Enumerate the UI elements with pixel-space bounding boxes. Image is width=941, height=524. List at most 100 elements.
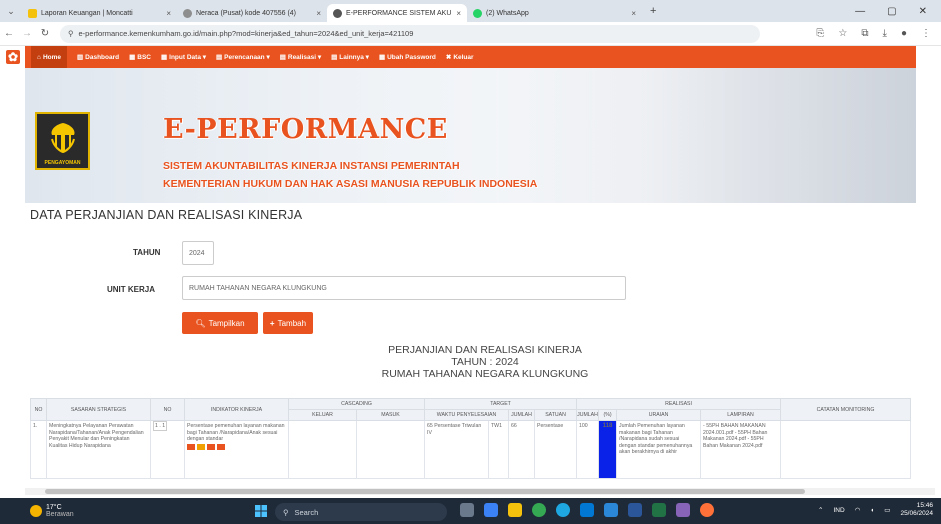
table-row: 1. Meningkatnya Pelayanan Perawatan Nara… [30,420,912,479]
clock-time: 15:46 [916,502,933,509]
taskbar-search[interactable]: ⚲ Search [275,503,447,521]
system-tray: ⌃ IND ◠ ◖ ▭ 15:46 25/06/2024 [818,502,933,518]
menu-item-perencanaan[interactable]: ▤ Perencanaan ▾ [216,53,270,61]
language-indicator[interactable]: IND [833,507,844,514]
menu-item-home[interactable]: ⌂ Home [31,46,67,68]
kinerja-table: NO SASARAN STRATEGIS NO INDIKATOR KINERJ… [30,398,912,479]
search-icon: 🔍︎ [195,318,206,328]
add-icon[interactable] [187,443,195,450]
word-icon[interactable] [628,503,642,517]
menu-item-keluar[interactable]: ✖ Keluar [445,53,474,62]
back-icon[interactable]: ← [0,28,18,39]
menu-item-ubah-password[interactable]: ▦ Ubah Password [379,53,436,62]
chart-icon[interactable] [217,443,225,450]
cell-sasaran: Meningkatnya Pelayanan Perawatan Narapid… [46,420,151,479]
restore-icon[interactable]: ▢ [887,6,896,17]
horizontal-scrollbar[interactable] [25,488,935,495]
col-realisasi: REALISASI [576,398,782,410]
store-icon[interactable] [580,503,594,517]
weather-widget[interactable]: 17°C Berawan [0,504,200,518]
cell-tw: TW1 [488,420,509,479]
firefox-icon[interactable] [700,503,714,517]
photos-icon[interactable] [676,503,690,517]
widgets-icon[interactable] [484,503,498,517]
download-icon[interactable]: ⤓ [883,28,887,39]
extensions-icon[interactable]: ⧉ [861,28,868,39]
search-placeholder: Search [294,507,319,517]
cell-jumlah: 66 [508,420,535,479]
menu-label: Input Data ▾ [169,54,207,61]
cell-lampiran[interactable]: - 55PH BAHAN MAKANAN 2024.001.pdf - 55PH… [700,420,782,479]
chart-icon: ▥ [77,54,84,61]
banner-subtitle-1: SISTEM AKUNTABILITAS KINERJA INSTANSI PE… [163,160,460,172]
cell-indikator: Persentase pemenuhan layanan makanan bag… [184,420,289,479]
volume-icon[interactable]: ◖ [870,507,874,514]
browser-tab-laporan[interactable]: Laporan Keuangan | Moncatti × [22,4,177,22]
banner-background-image [496,68,916,203]
search-icon: ⚲ [283,507,289,517]
browser-tab-eperformance[interactable]: E-PERFORMANCE SISTEM AKU × [327,4,467,22]
gear-icon[interactable]: ✿ [6,50,20,64]
translate-icon[interactable]: ⎘ [816,28,824,39]
clock[interactable]: 15:46 25/06/2024 [900,502,933,518]
folder-icon [28,8,37,18]
browser-tab-whatsapp[interactable]: (2) WhatsApp × [467,4,642,22]
browser-tab-neraca[interactable]: Neraca (Pusat) kode 407556 (4) × [177,4,327,22]
indikator-number: 1 . 1 [153,421,168,431]
close-icon[interactable]: × [316,9,321,18]
col-masuk: MASUK [356,409,425,421]
more-menu-icon[interactable]: ⋮ [921,28,931,39]
whatsapp-icon [473,8,482,18]
close-window-icon[interactable]: ✕ [919,6,927,17]
mail-icon[interactable] [604,503,618,517]
col-keluar: KELUAR [288,409,357,421]
tampilkan-button[interactable]: 🔍︎ Tampilkan [182,312,258,334]
main-menu-bar: ✿ ⌂ Home ▥ Dashboard ▦ BSC ▦ Input Data ▾ ▤ P… [6,46,916,68]
weather-temp: 17°C [46,504,62,511]
tray-chevron-icon[interactable]: ⌃ [818,506,823,514]
battery-icon[interactable]: ▭ [884,506,890,514]
tab-label: (2) WhatsApp [486,9,529,17]
tab-search-icon[interactable]: ⌄ [0,6,22,17]
site-info-icon[interactable]: ⚲ [68,29,74,38]
minimize-icon[interactable]: — [855,6,865,17]
list-icon: ▤ [216,54,223,61]
scrollbar-thumb[interactable] [45,489,805,494]
logout-icon: ✖ [445,54,452,61]
windows-start-icon[interactable] [255,505,267,517]
menu-item-lainnya[interactable]: ▤ Lainnya ▾ [331,53,369,61]
bookmark-star-icon[interactable]: ☆ [838,28,847,39]
tahun-field[interactable]: 2024 [182,241,214,265]
plus-icon: + [269,318,275,328]
excel-icon[interactable] [652,503,666,517]
unit-kerja-field[interactable]: RUMAH TAHANAN NEGARA KLUNGKUNG [182,276,626,300]
wifi-icon[interactable]: ◠ [855,506,861,514]
menu-item-dashboard[interactable]: ▥ Dashboard [77,53,119,62]
weather-desc: Berawan [46,511,74,518]
cell-catatan [780,420,912,479]
reload-icon[interactable]: ↻ [36,28,54,39]
forward-icon[interactable]: → [18,28,36,39]
tambah-button[interactable]: + Tambah [263,312,313,334]
unit-kerja-value: RUMAH TAHANAN NEGARA KLUNGKUNG [189,284,327,292]
menu-item-input-data[interactable]: ▦ Input Data ▾ [161,53,206,61]
close-icon[interactable]: × [456,9,461,18]
close-icon[interactable]: × [166,9,171,18]
chrome-icon[interactable] [532,503,546,517]
profile-avatar-icon[interactable]: ● [901,28,907,39]
menu-item-bsc[interactable]: ▦ BSC [129,53,151,62]
menu-item-realisasi[interactable]: ▤ Realisasi ▾ [280,53,321,61]
taskview-icon[interactable] [460,503,474,517]
close-icon[interactable]: × [631,9,636,18]
lampiran-links[interactable]: - 55PH BAHAN MAKANAN 2024.001.pdf - 55PH… [703,423,767,449]
delete-icon[interactable] [207,443,215,450]
cell-masuk [356,420,425,479]
edit-icon[interactable] [197,443,205,450]
col-sasaran: SASARAN STRATEGIS [46,398,151,421]
cell-satuan: Persentase [533,420,578,479]
report-year: TAHUN : 2024 [451,356,519,368]
new-tab-button[interactable]: + [642,5,664,17]
url-field[interactable]: ⚲ e-performance.kemenkumham.go.id/main.p… [60,24,760,43]
explorer-icon[interactable] [508,503,522,517]
edge-icon[interactable] [556,503,570,517]
